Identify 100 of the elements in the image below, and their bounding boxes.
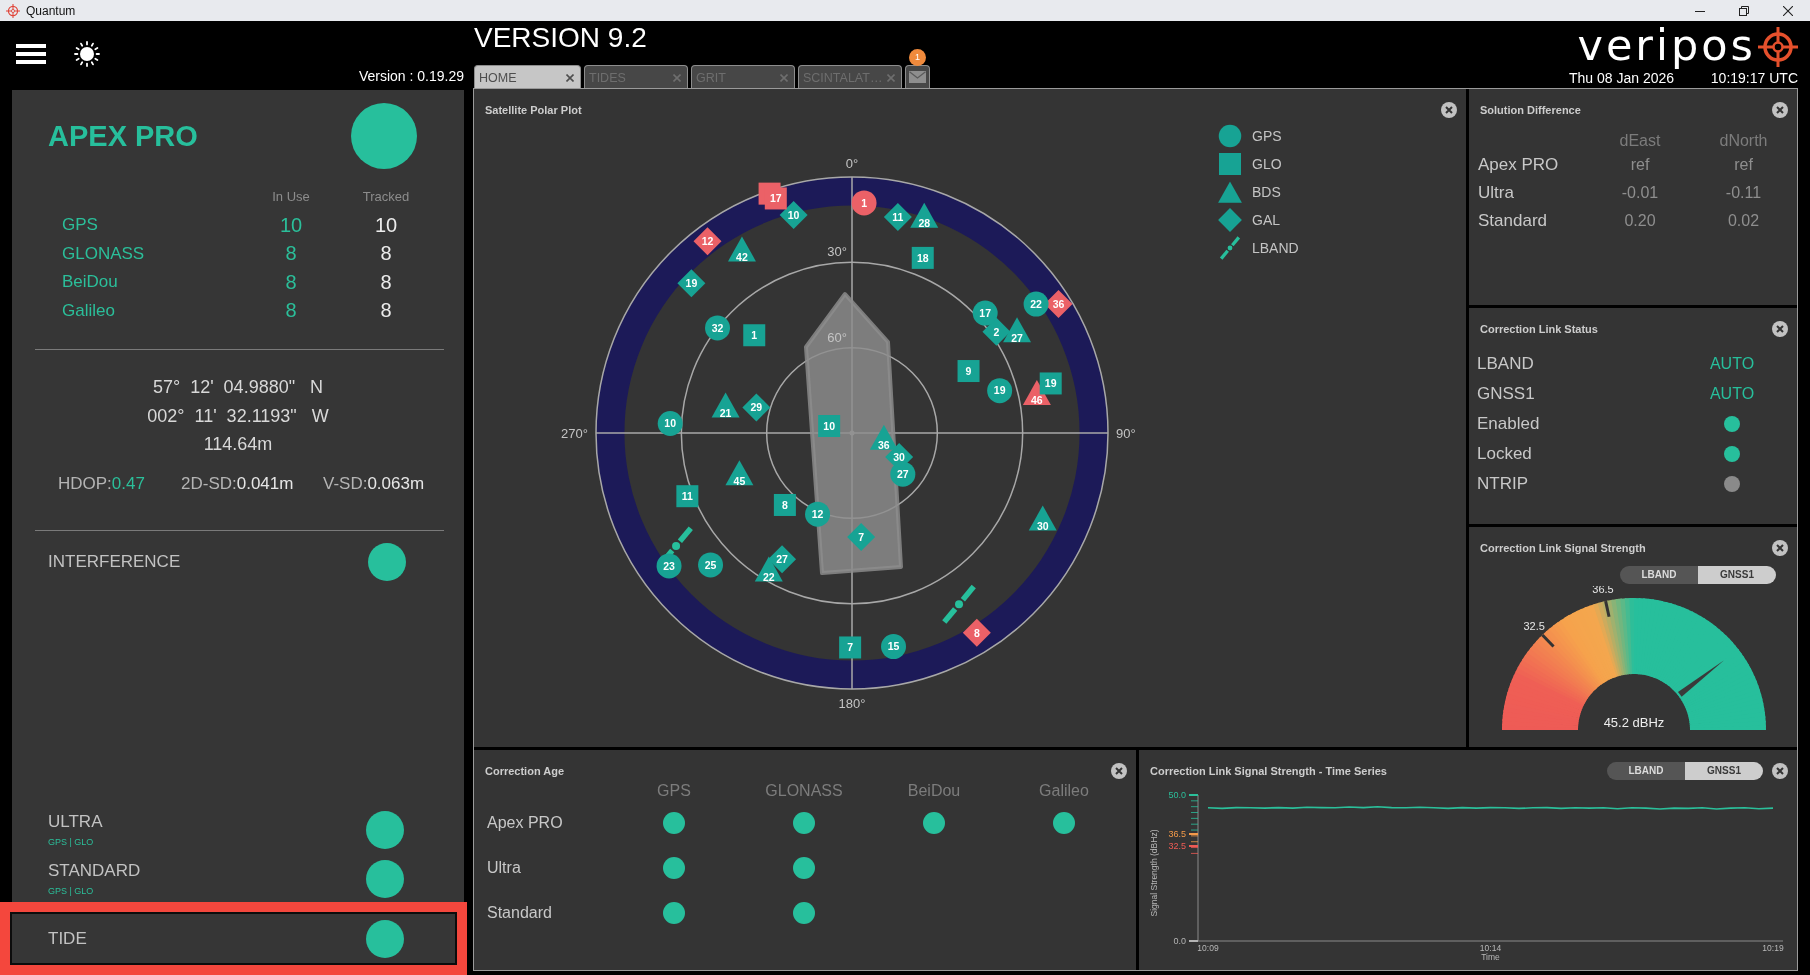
satellite-marker: 21 [711,392,740,419]
table-cell: 8 [380,299,392,323]
close-icon[interactable] [1441,102,1457,118]
toggle-option[interactable]: GNSS1 [1685,762,1763,780]
position-text: 114.64m [203,433,273,456]
row-label: Standard [1478,211,1547,231]
column-header: GLONASS [765,782,843,800]
legend-label: LBAND [1252,240,1299,256]
row-label: LBAND [1477,354,1534,374]
close-icon[interactable] [1772,102,1788,118]
axis-label: 0° [845,155,859,171]
status-value: AUTO [1709,385,1755,403]
target-icon [1758,27,1798,67]
axis-label: 30° [827,244,847,260]
satellite-marker: 27 [1003,317,1032,344]
satellite-marker: 1 [743,324,766,347]
row-label: GNSS1 [1477,384,1535,404]
satellite-marker: 28 [910,202,939,229]
row-label: Ultra [487,858,521,877]
column-header: GPS [657,782,691,800]
table-cell: 10 [279,213,303,237]
close-icon[interactable] [1772,540,1788,556]
panel-title: Satellite Polar Plot [485,104,582,116]
table-cell: -0.11 [1725,184,1762,202]
column-header: Galileo [1039,782,1089,800]
close-icon[interactable] [1772,321,1788,337]
satellite-marker: 8 [773,494,796,516]
row-label: Ultra [1478,183,1514,203]
satellite-marker: 15 [881,634,906,660]
panel-title: Correction Link Signal Strength - Time Series [1150,765,1387,777]
window-title: Quantum [26,3,76,18]
row-label: Standard [487,903,552,922]
column-header: BeiDou [907,782,961,800]
legend-label: GAL [1252,212,1280,228]
panel-title: Correction Link Signal Strength [1480,542,1646,554]
column-header: In Use [272,189,310,205]
satellite-marker: 19 [1039,372,1062,395]
toggle-option[interactable]: LBAND [1620,566,1698,584]
table-cell: 8 [380,270,392,294]
table-cell: 8 [285,242,297,266]
row-label: GLONASS [62,243,145,264]
toggle-option[interactable]: GNSS1 [1698,566,1776,584]
satellite-marker: 17 [764,187,787,210]
close-icon[interactable] [1111,763,1127,779]
satellite-marker: 11 [883,203,912,232]
service-name: ULTRA [48,812,103,832]
satellite-marker: 19 [987,378,1013,404]
column-header: Tracked [362,189,410,205]
service-name: INTERFERENCE [48,551,181,572]
row-label: Enabled [1477,414,1540,434]
axis-label: 180° [838,695,866,711]
row-label: Apex PRO [1478,155,1559,175]
notification-badge: 1 [909,49,926,66]
satellite-marker: 30 [1028,505,1057,532]
service-name: STANDARD [48,861,141,881]
restore-icon[interactable] [1739,5,1749,16]
axis-title: Signal Strength (dBHz) [1149,829,1159,917]
satellite-marker: 42 [727,236,756,263]
time-label: 10:19:17 UTC [1710,70,1798,86]
table-cell: 8 [285,270,297,294]
row-label: NTRIP [1477,474,1528,494]
legend-label: BDS [1252,184,1281,200]
panel-title: Correction Age [485,765,565,777]
envelope-icon [909,71,926,83]
satellite-marker: 23 [656,553,682,579]
table-cell: 8 [380,242,392,266]
version-label: Version : 0.19.29 [358,68,464,84]
satellite-marker: 19 [677,269,706,298]
tab[interactable]: HOME [474,65,581,88]
axis-label: 90° [1116,425,1136,441]
service-systems: GPS | GLO [48,885,94,897]
row-label: GPS [62,215,98,236]
satellite-marker: 11 [676,485,699,508]
gauge-reading: 45.2 dBHz [1603,715,1665,730]
app-title: VERSION 9.2 [474,22,647,54]
logo: veripos [1577,20,1756,71]
tick-label: 10:19 [1762,943,1784,953]
metric-label: 2D-SD: [181,473,237,494]
column-header: dEast [1619,132,1661,150]
satellite-marker: 27 [890,461,916,487]
toggle-option[interactable]: LBAND [1607,762,1685,780]
table-cell: 0.02 [1727,212,1760,230]
satellite-marker: 7 [839,636,862,659]
axis-title: Time [1481,952,1500,962]
legend-label: GLO [1252,156,1282,172]
target-icon [6,3,20,18]
satellite-marker: 9 [957,360,980,383]
tick-label: 32.5 [1168,841,1186,852]
column-header: dNorth [1719,132,1768,150]
row-label: Locked [1477,444,1532,464]
menu-icon[interactable] [16,44,46,64]
sun-icon[interactable] [74,41,100,67]
close-icon[interactable] [1783,5,1793,16]
service-systems: GPS | GLO [48,836,94,848]
satellite-marker: 36 [869,424,898,452]
position-text: 57° 12' 04.9880" N [152,376,324,399]
axis-label: 60° [827,329,847,345]
close-icon[interactable] [1772,763,1788,779]
satellite-marker: 18 [911,246,934,269]
date-label: Thu 08 Jan 2026 [1569,70,1675,86]
